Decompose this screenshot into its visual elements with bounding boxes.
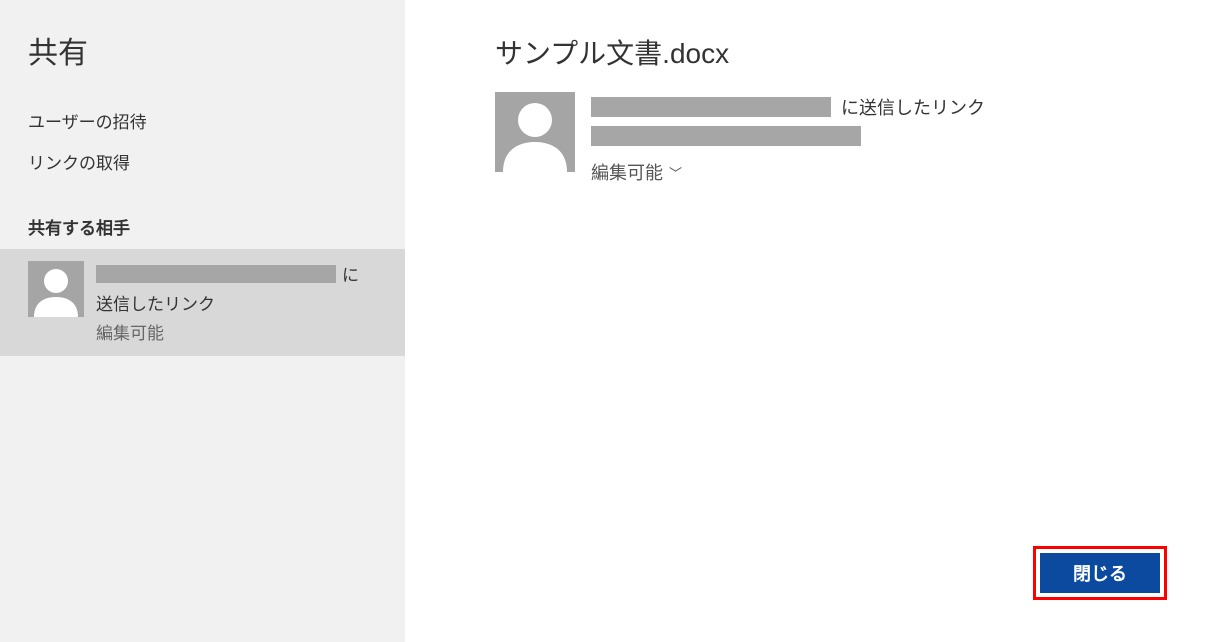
sidebar-section-heading: 共有する相手	[0, 182, 405, 249]
main-share-body: に送信したリンク 編集可能 ﹀	[591, 92, 1119, 185]
avatar-icon	[28, 261, 84, 317]
redacted-email	[591, 126, 861, 146]
redacted-name	[591, 97, 831, 117]
sidebar-share-line2: 送信したリンク	[96, 290, 377, 315]
main-share-suffix: に送信したリンク	[841, 94, 985, 120]
main-share-line1: に送信したリンク	[591, 94, 1119, 120]
sidebar-link-get-link[interactable]: リンクの取得	[0, 141, 405, 182]
sidebar-share-suffix: に	[342, 261, 359, 286]
sidebar-share-permission: 編集可能	[96, 319, 377, 344]
main-panel: サンプル文書.docx に送信したリンク 編集可能 ﹀ 閉じる	[405, 0, 1209, 642]
chevron-down-icon: ﹀	[669, 163, 682, 182]
sidebar-title: 共有	[0, 28, 405, 100]
sidebar: 共有 ユーザーの招待 リンクの取得 共有する相手 に 送信したリンク 編集可能	[0, 0, 405, 642]
sidebar-share-item-body: に 送信したリンク 編集可能	[96, 261, 377, 344]
sidebar-link-invite-users[interactable]: ユーザーの招待	[0, 100, 405, 141]
sidebar-share-item-line1: に	[96, 261, 377, 286]
document-title: サンプル文書.docx	[495, 32, 1119, 72]
avatar-icon	[495, 92, 575, 172]
main-share-row: に送信したリンク 編集可能 ﹀	[495, 92, 1119, 185]
sidebar-share-item[interactable]: に 送信したリンク 編集可能	[0, 249, 405, 356]
permission-dropdown[interactable]: 編集可能 ﹀	[591, 159, 1119, 185]
close-button-highlight: 閉じる	[1033, 546, 1167, 600]
close-button[interactable]: 閉じる	[1040, 553, 1160, 593]
redacted-name	[96, 265, 336, 283]
permission-label: 編集可能	[591, 159, 663, 185]
